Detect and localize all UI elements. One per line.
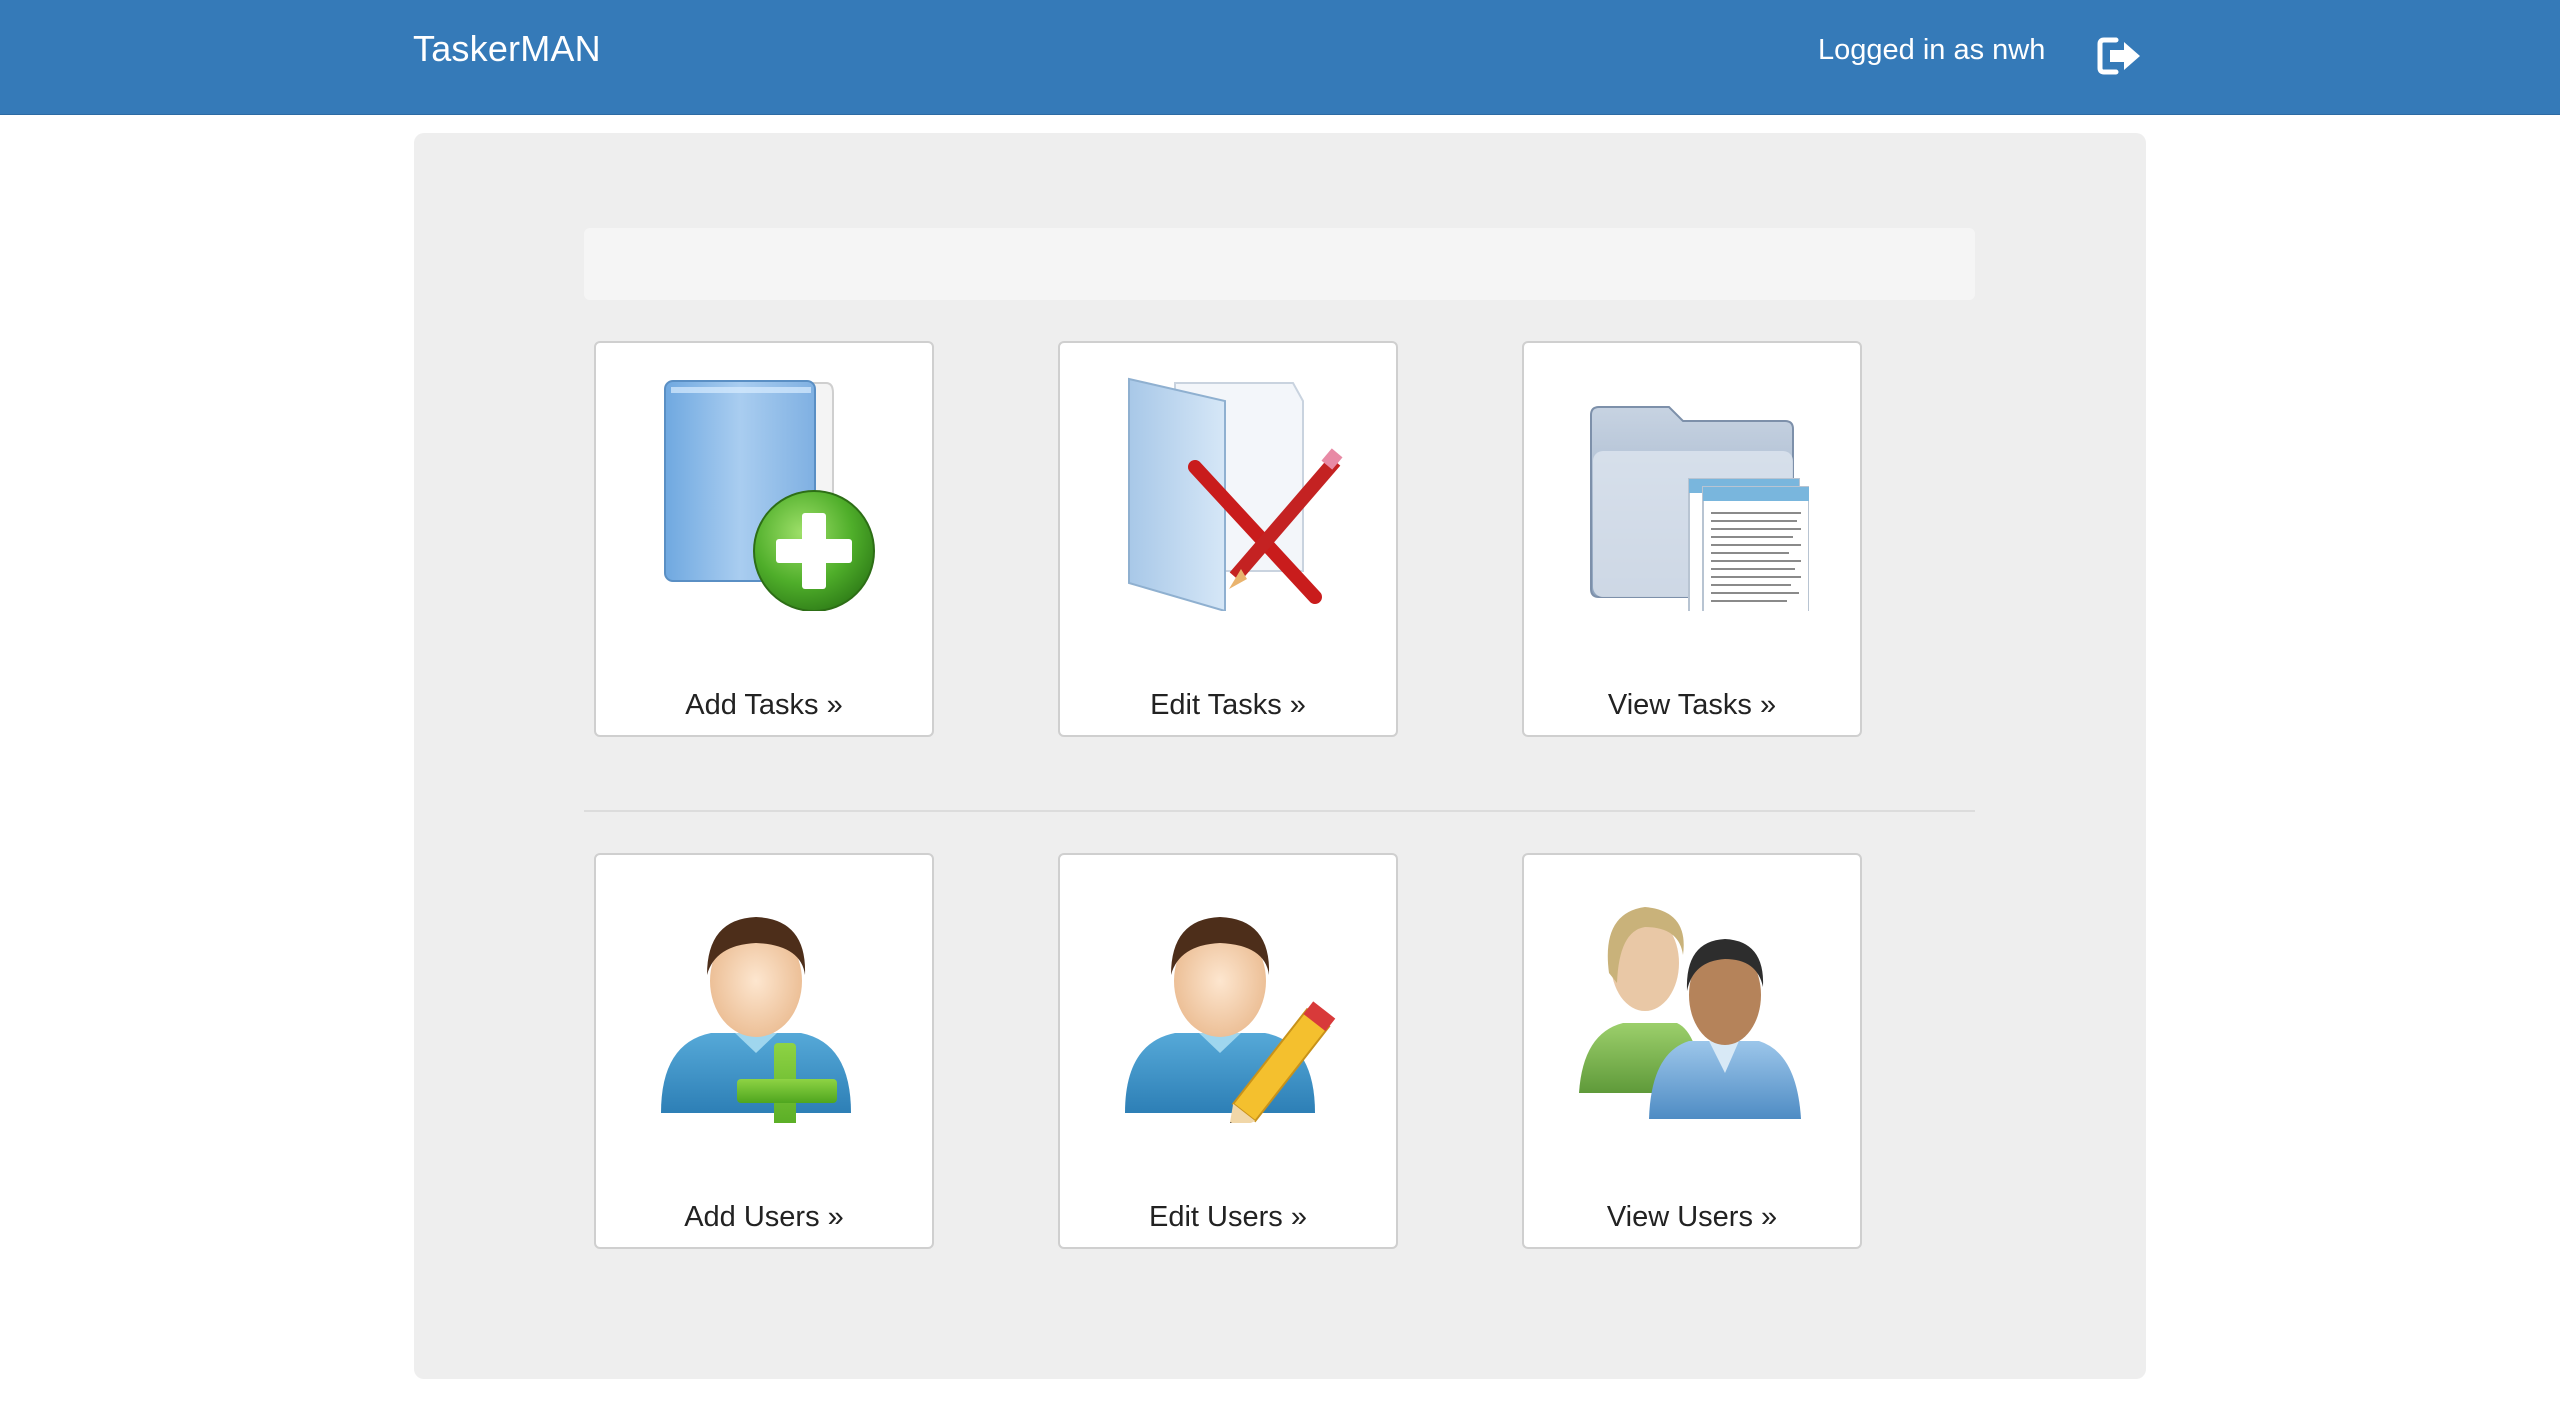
edit-tasks-label: Edit Tasks » <box>1150 689 1306 721</box>
folder-add-icon <box>651 371 881 612</box>
section-divider <box>584 810 1975 812</box>
folder-edit-icon <box>1115 371 1345 613</box>
add-tasks-label: Add Tasks » <box>685 689 843 721</box>
add-users-tile[interactable]: Add Users » <box>594 853 934 1249</box>
logged-in-status: Logged in as nwh <box>1818 34 2046 66</box>
add-tasks-tile[interactable]: Add Tasks » <box>594 341 934 737</box>
edit-users-tile[interactable]: Edit Users » <box>1058 853 1398 1249</box>
folder-view-icon <box>1579 371 1810 648</box>
view-users-label: View Users » <box>1606 1201 1778 1233</box>
view-users-tile[interactable]: View Users » <box>1522 853 1862 1249</box>
view-tasks-label: View Tasks » <box>1607 689 1777 721</box>
add-users-label: Add Users » <box>684 1201 844 1233</box>
top-navbar: TaskerMAN Logged in as nwh <box>0 0 2560 115</box>
edit-users-label: Edit Users » <box>1149 1201 1307 1233</box>
user-add-icon <box>651 883 881 1143</box>
user-edit-icon <box>1115 883 1345 1133</box>
edit-tasks-tile[interactable]: Edit Tasks » <box>1058 341 1398 737</box>
users-group-icon <box>1579 883 1809 1123</box>
brand-link[interactable]: TaskerMAN <box>413 28 601 70</box>
view-tasks-tile[interactable]: View Tasks » <box>1522 341 1862 737</box>
breadcrumb-bar <box>584 228 1975 300</box>
sign-out-icon[interactable] <box>2096 34 2144 78</box>
